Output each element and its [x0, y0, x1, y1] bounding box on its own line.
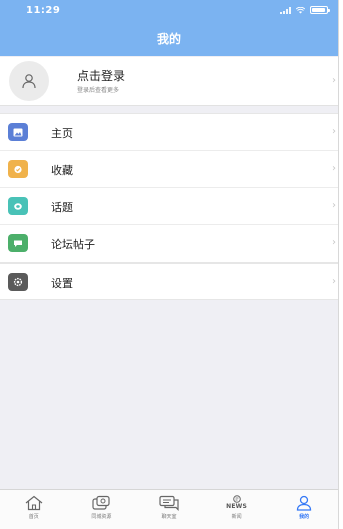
menu-item-settings[interactable]: 设置 ›	[0, 263, 338, 300]
signal-icon	[280, 6, 291, 14]
menu-item-label: 话题	[51, 201, 73, 214]
menu-item-topics[interactable]: 话题 ›	[0, 188, 338, 225]
battery-icon	[310, 6, 330, 14]
login-banner[interactable]: 点击登录 登录后查看更多 ›	[0, 57, 338, 106]
avatar-icon	[9, 61, 49, 101]
menu-item-forum-posts[interactable]: 论坛帖子 ›	[0, 225, 338, 262]
tab-label: 我的	[299, 514, 310, 520]
city-resource-icon	[92, 495, 110, 510]
tab-chat[interactable]: 聊天室	[135, 490, 203, 529]
news-icon: NEWS	[226, 495, 247, 511]
status-indicators	[280, 6, 330, 14]
home-card-icon	[8, 123, 28, 141]
tab-label: 首页	[28, 514, 39, 520]
news-icon-text: NEWS	[226, 503, 248, 510]
tab-me[interactable]: 我的	[270, 490, 338, 529]
chevron-right-icon: ›	[332, 75, 336, 86]
header: 11:29 我的	[0, 0, 338, 56]
home-icon	[25, 495, 43, 511]
tab-label: 新闻	[231, 514, 242, 520]
tab-bar: 首页 同城资源 聊天室 NEWS 新闻 我的	[0, 489, 338, 529]
menu-item-home[interactable]: 主页 ›	[0, 114, 338, 151]
chevron-right-icon: ›	[332, 276, 336, 287]
chevron-right-icon: ›	[332, 163, 336, 174]
status-time: 11:29	[26, 5, 61, 16]
tab-label: 同城资源	[91, 514, 112, 520]
menu-item-favorites[interactable]: 收藏 ›	[0, 151, 338, 188]
topic-icon	[8, 197, 28, 215]
chevron-right-icon: ›	[332, 237, 336, 248]
page-title: 我的	[156, 32, 181, 46]
tab-label: 聊天室	[161, 514, 177, 520]
status-bar: 11:29	[0, 0, 338, 22]
tab-city-resources[interactable]: 同城资源	[68, 490, 136, 529]
favorites-icon	[8, 160, 28, 178]
menu-item-label: 主页	[51, 127, 73, 140]
forum-post-icon	[8, 234, 28, 252]
menu-item-label: 收藏	[51, 164, 73, 177]
profile-icon	[297, 495, 312, 511]
wifi-icon	[296, 6, 305, 13]
menu-list: 主页 › 收藏 › 话题 › 论坛帖子 ›	[0, 113, 338, 263]
chevron-right-icon: ›	[332, 200, 336, 211]
chat-icon	[159, 495, 179, 511]
tab-news[interactable]: NEWS 新闻	[203, 490, 271, 529]
app-screen: 11:29 我的 点击登录 登录后查看更多 › 主页 › 收藏 › 话题 › 论…	[0, 0, 339, 529]
settings-label: 设置	[51, 277, 73, 290]
chevron-right-icon: ›	[332, 126, 336, 137]
login-title: 点击登录	[77, 69, 126, 83]
login-subtitle: 登录后查看更多	[77, 87, 120, 94]
tab-home[interactable]: 首页	[0, 490, 68, 529]
menu-item-label: 论坛帖子	[51, 238, 95, 251]
gear-icon	[8, 273, 28, 291]
